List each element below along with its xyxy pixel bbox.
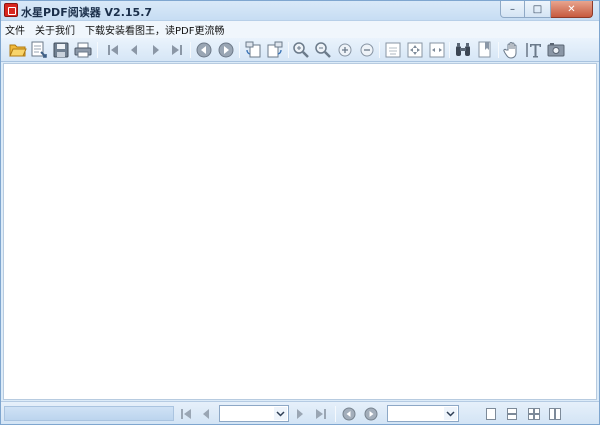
text-select-icon[interactable] [525,41,543,59]
open-folder-icon[interactable] [9,41,27,59]
print-icon[interactable] [74,41,92,59]
status-progress-field [4,406,174,421]
zoom-select[interactable] [387,405,459,422]
fit-page-icon[interactable] [406,41,424,59]
minimize-button[interactable]: – [500,1,525,18]
chevron-down-icon[interactable] [274,407,287,420]
fit-width-icon[interactable] [428,41,446,59]
last-page-icon[interactable] [168,41,186,59]
status-back-icon[interactable] [341,406,357,422]
status-last-page-icon[interactable] [313,406,329,422]
first-page-icon[interactable] [104,41,122,59]
chevron-down-icon[interactable] [444,407,457,420]
hand-tool-icon[interactable] [503,41,521,59]
main-toolbar [1,38,599,62]
toolbar-separator [288,42,289,58]
status-prev-page-icon[interactable] [198,406,214,422]
prev-page-icon[interactable] [125,41,143,59]
maximize-button[interactable]: □ [525,1,551,18]
close-button[interactable]: ✕ [551,1,593,18]
menu-about[interactable]: 关于我们 [35,22,75,37]
single-page-view-icon[interactable] [483,406,499,422]
document-view[interactable] [3,63,597,400]
toolbar-separator [239,42,240,58]
page-number-select[interactable] [219,405,289,422]
title-bar[interactable]: 水星PDF阅读器 V2.15.7 – □ ✕ [1,1,599,21]
app-window: 水星PDF阅读器 V2.15.7 – □ ✕ 文件 关于我们 下载安装看图王，读… [0,0,600,425]
toolbar-separator [498,42,499,58]
rotate-right-icon[interactable] [266,41,284,59]
window-controls: – □ ✕ [500,1,593,19]
two-page-view-icon[interactable] [547,406,563,422]
status-forward-icon[interactable] [363,406,379,422]
actual-size-icon[interactable] [384,41,402,59]
zoom-plus-icon[interactable] [336,41,354,59]
bookmark-icon[interactable] [476,41,494,59]
toolbar-separator [97,42,98,58]
status-first-page-icon[interactable] [178,406,194,422]
status-separator [335,406,336,422]
save-icon[interactable] [52,41,70,59]
status-bar [1,401,599,424]
grid-view-icon[interactable] [526,406,542,422]
zoom-minus-icon[interactable] [358,41,376,59]
toolbar-separator [449,42,450,58]
find-icon[interactable] [454,41,472,59]
toolbar-separator [190,42,191,58]
menu-file[interactable]: 文件 [5,22,25,37]
rotate-left-icon[interactable] [244,41,262,59]
back-icon[interactable] [195,41,213,59]
status-next-page-icon[interactable] [292,406,308,422]
zoom-in-icon[interactable] [292,41,310,59]
continuous-view-icon[interactable] [504,406,520,422]
snapshot-icon[interactable] [547,41,565,59]
toolbar-separator [379,42,380,58]
zoom-out-icon[interactable] [314,41,332,59]
next-page-icon[interactable] [147,41,165,59]
open-recent-icon[interactable] [30,41,48,59]
menu-download-promo[interactable]: 下载安装看图王，读PDF更流畅 [85,22,224,37]
window-title: 水星PDF阅读器 V2.15.7 [21,6,153,19]
forward-icon[interactable] [217,41,235,59]
menu-bar: 文件 关于我们 下载安装看图王，读PDF更流畅 [1,21,599,38]
app-logo-icon [4,3,18,17]
